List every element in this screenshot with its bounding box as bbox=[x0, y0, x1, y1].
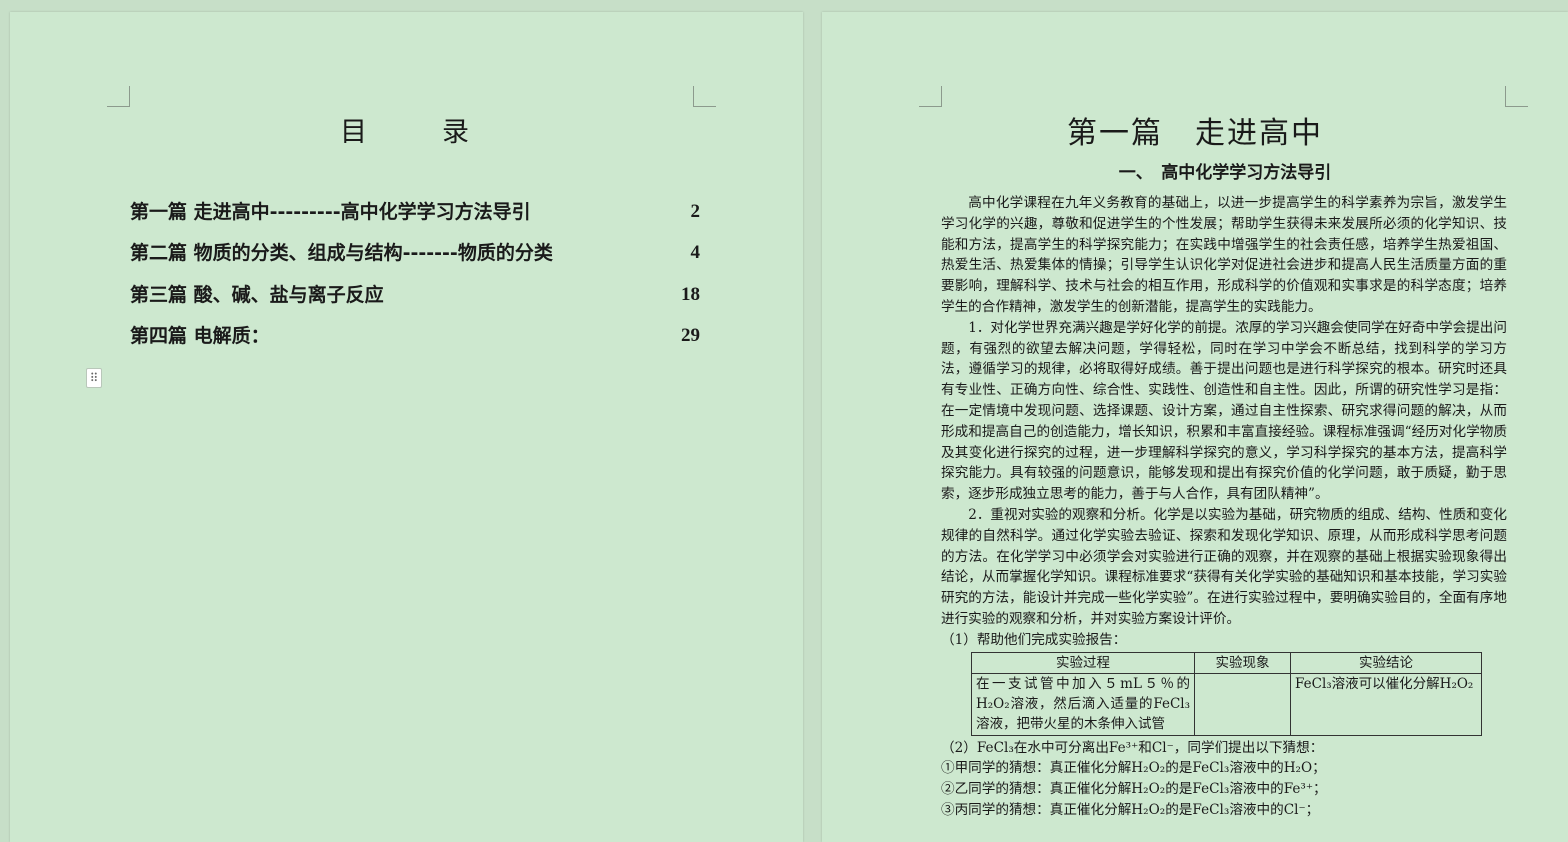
margin-corner-mark bbox=[919, 86, 942, 107]
toc-entry-page: 4 bbox=[690, 242, 701, 263]
margin-corner-mark bbox=[693, 86, 716, 107]
margin-corner-mark bbox=[107, 86, 130, 107]
margin-corner-mark bbox=[1505, 86, 1528, 107]
toc-title: 目 录 bbox=[340, 117, 493, 148]
paragraph: 高中化学课程在九年义务教育的基础上，以进一步提高学生的科学素养为宗旨，激发学生学… bbox=[941, 195, 1507, 315]
question-1: （1）帮助他们完成实验报告： bbox=[941, 631, 1127, 648]
guess-item: ②乙同学的猜想：真正催化分解H₂O₂的是FeCl₃溶液中的Fe³⁺； bbox=[941, 781, 1327, 798]
experiment-table: 实验过程 实验现象 实验结论 在一支试管中加入５mL５％的H₂O₂溶液，然后滴入… bbox=[971, 651, 1482, 736]
toc-entry-title: 第四篇 电解质： bbox=[130, 325, 270, 347]
table-header: 实验结论 bbox=[1290, 651, 1482, 674]
toc-entry-title: 第二篇 物质的分类、组成与结构-------物质的分类 bbox=[130, 242, 553, 264]
table-cell: FeCl₃溶液可以催化分解H₂O₂ bbox=[1290, 672, 1482, 736]
toc-entry[interactable]: 第三篇 酸、碱、盐与离子反应 18 bbox=[130, 281, 700, 309]
table-header: 实验过程 bbox=[971, 651, 1195, 674]
body-text: 高中化学课程在九年义务教育的基础上，以进一步提高学生的科学素养为宗旨，激发学生学… bbox=[941, 193, 1507, 821]
toc-entry-page: 18 bbox=[681, 284, 700, 305]
guess-item: ①甲同学的猜想：真正催化分解H₂O₂的是FeCl₃溶液中的H₂O； bbox=[941, 760, 1326, 777]
section-title: 一、 高中化学学习方法导引 bbox=[1118, 163, 1332, 183]
toc-entry-page: 2 bbox=[690, 201, 701, 222]
document-page-left: 目 录 第一篇 走进高中---------高中化学学习方法导引 2 第二篇 物质… bbox=[10, 12, 803, 842]
question-2: （2）FeCl₃在水中可分离出Fe³⁺和Cl⁻，同学们提出以下猜想： bbox=[941, 739, 1324, 756]
paragraph: 1．对化学世界充满兴趣是学好化学的前提。浓厚的学习兴趣会使同学在好奇中学会提出问… bbox=[941, 319, 1507, 503]
chapter-title: 第一篇 走进高中 bbox=[1067, 116, 1323, 151]
document-page-right: 第一篇 走进高中 一、 高中化学学习方法导引 高中化学课程在九年义务教育的基础上… bbox=[822, 12, 1568, 842]
toc-entry-title: 第三篇 酸、碱、盐与离子反应 bbox=[130, 284, 384, 306]
toc-entry[interactable]: 第四篇 电解质： 29 bbox=[130, 322, 700, 350]
table-move-handle-icon[interactable]: ⠿ bbox=[86, 368, 102, 388]
table-header: 实验现象 bbox=[1194, 651, 1291, 674]
toc-entry[interactable]: 第二篇 物质的分类、组成与结构-------物质的分类 4 bbox=[130, 239, 700, 267]
toc-entry[interactable]: 第一篇 走进高中---------高中化学学习方法导引 2 bbox=[130, 198, 700, 226]
table-cell: 在一支试管中加入５mL５％的H₂O₂溶液，然后滴入适量的FeCl₃溶液，把带火星… bbox=[971, 672, 1195, 736]
paragraph: 2．重视对实验的观察和分析。化学是以实验为基础，研究物质的组成、结构、性质和变化… bbox=[941, 506, 1507, 627]
table-cell bbox=[1194, 672, 1291, 736]
toc-entry-title: 第一篇 走进高中---------高中化学学习方法导引 bbox=[130, 201, 531, 223]
guess-item: ③丙同学的猜想：真正催化分解H₂O₂的是FeCl₃溶液中的Cl⁻； bbox=[941, 801, 1320, 818]
toc-entry-page: 29 bbox=[681, 325, 700, 346]
